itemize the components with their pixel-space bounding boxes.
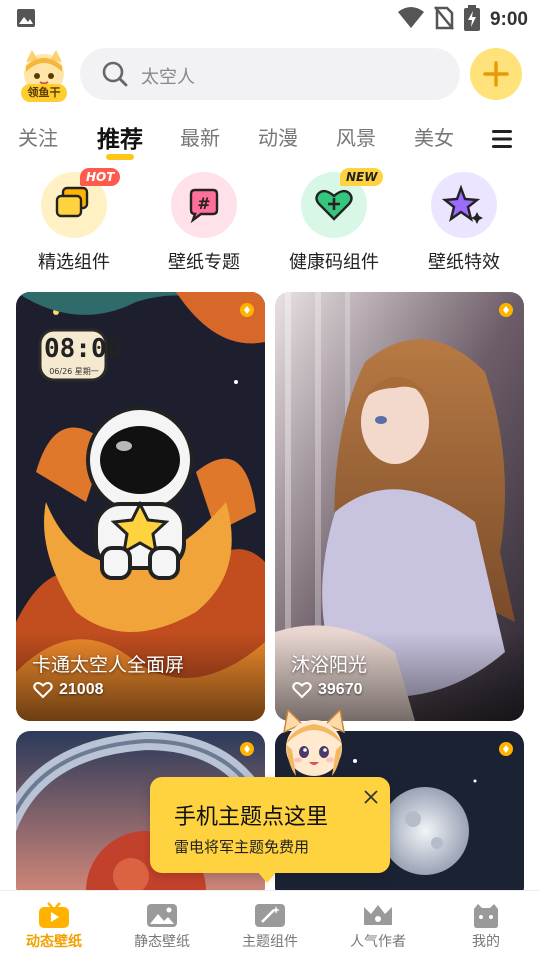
- heart-outline-icon: [292, 682, 312, 699]
- sparkle-star-icon: [431, 172, 497, 238]
- live-badge-icon: [239, 741, 255, 757]
- nav-label: 静态壁纸: [134, 934, 190, 950]
- close-icon[interactable]: [363, 789, 379, 809]
- plus-icon: [483, 61, 509, 87]
- header: 领鱼干 太空人: [0, 44, 540, 106]
- avatar-badge: 领鱼干: [21, 84, 67, 102]
- heart-outline-icon: [33, 682, 53, 699]
- nav-mine[interactable]: 我的: [432, 891, 540, 960]
- nav-theme-widgets[interactable]: 主题组件: [216, 891, 324, 960]
- nav-static-wallpaper[interactable]: 静态壁纸: [108, 891, 216, 960]
- shortcut-wallpaper-effects[interactable]: 壁纸特效: [404, 170, 524, 280]
- tooltip-arrow: [257, 871, 277, 883]
- crown-icon: [362, 901, 394, 933]
- svg-text:#: #: [197, 194, 210, 213]
- tab-latest[interactable]: 最新: [180, 122, 220, 151]
- card-likes[interactable]: 39670: [292, 681, 363, 699]
- card-clock: 08:00: [44, 334, 123, 364]
- hashtag-bubble-icon: #: [171, 172, 237, 238]
- search-placeholder: 太空人: [141, 67, 195, 88]
- avatar[interactable]: 领鱼干: [20, 50, 68, 102]
- nav-label: 人气作者: [350, 934, 406, 950]
- nav-popular-creators[interactable]: 人气作者: [324, 891, 432, 960]
- category-tabs: 关注 推荐 最新 动漫 风景 美女: [0, 118, 540, 164]
- card-title: 沐浴阳光: [291, 654, 368, 676]
- gallery-notification-icon: [16, 8, 36, 32]
- magic-wand-icon: [254, 901, 286, 933]
- cat-girl-mascot-icon: [276, 708, 352, 782]
- tab-anime[interactable]: 动漫: [258, 122, 298, 151]
- search-icon: [102, 61, 128, 91]
- shortcut-label: 壁纸专题: [168, 252, 240, 273]
- tab-beauty[interactable]: 美女: [414, 122, 454, 151]
- image-icon: [146, 901, 178, 933]
- theme-tooltip[interactable]: 手机主题点这里 雷电将军主题免费用: [150, 777, 390, 883]
- clock: 9:00: [489, 9, 528, 30]
- card-likes[interactable]: 21008: [33, 681, 104, 699]
- nav-label: 动态壁纸: [26, 934, 82, 950]
- search-bar[interactable]: 太空人: [80, 48, 460, 100]
- tooltip-subtitle: 雷电将军主题免费用: [174, 838, 310, 856]
- nav-label: 主题组件: [242, 934, 298, 950]
- bottom-navigation: 动态壁纸 静态壁纸 主题组件 人气作者 我的: [0, 890, 540, 960]
- hot-badge: HOT: [80, 168, 121, 186]
- live-badge-icon: [498, 302, 514, 318]
- wallpaper-card-astronaut[interactable]: 08:00 06/26 星期一 卡通太空人全面屏 21008: [16, 292, 265, 721]
- menu-icon[interactable]: [492, 130, 512, 152]
- shortcut-health-code-widget[interactable]: NEW 健康码组件: [274, 168, 394, 280]
- shortcut-wallpaper-topics[interactable]: # 壁纸专题: [144, 170, 264, 280]
- shortcut-label: 壁纸特效: [428, 252, 500, 273]
- card-title: 卡通太空人全面屏: [32, 654, 185, 676]
- new-badge: NEW: [340, 168, 384, 186]
- battery-charging-icon: [463, 5, 480, 35]
- tooltip-title: 手机主题点这里: [174, 805, 329, 830]
- category-shortcuts: HOT 精选组件 # 壁纸专题 NEW 健康码组件 壁纸特效: [0, 168, 540, 280]
- card-date: 06/26 星期一: [49, 367, 99, 376]
- wallpaper-card-sunlight[interactable]: 沐浴阳光 39670: [275, 292, 524, 721]
- tab-follow[interactable]: 关注: [18, 122, 58, 151]
- nav-label: 我的: [472, 934, 500, 950]
- active-tab-indicator: [106, 154, 134, 160]
- shortcut-featured-widgets[interactable]: HOT 精选组件: [14, 168, 134, 280]
- shortcut-label: 精选组件: [38, 252, 110, 273]
- nav-live-wallpaper[interactable]: 动态壁纸: [0, 891, 108, 960]
- like-count: 39670: [318, 681, 363, 698]
- wifi-icon: [397, 7, 424, 33]
- video-tv-icon: [38, 901, 70, 933]
- no-sim-icon: [434, 6, 454, 34]
- like-count: 21008: [59, 681, 104, 698]
- shortcut-label: 健康码组件: [289, 252, 379, 273]
- upload-button[interactable]: [470, 48, 522, 100]
- status-bar: 9:00: [0, 0, 540, 36]
- profile-face-icon: [470, 901, 502, 933]
- live-badge-icon: [498, 741, 514, 757]
- live-badge-icon: [239, 302, 255, 318]
- tab-recommend[interactable]: 推荐: [97, 120, 143, 154]
- tab-scenery[interactable]: 风景: [336, 122, 376, 151]
